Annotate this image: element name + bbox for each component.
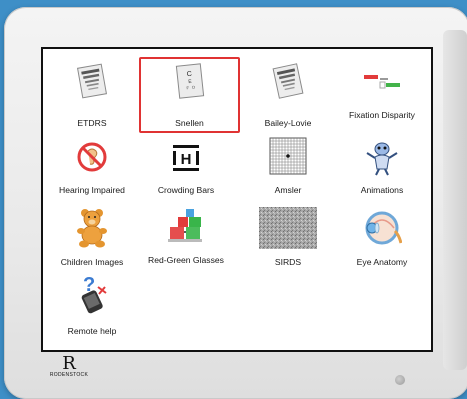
crowding-bars-icon: H	[173, 145, 199, 171]
tile-label: Amsler	[274, 185, 302, 195]
tile-label: Remote help	[67, 326, 117, 336]
tile-sirds[interactable]: SIRDS	[241, 207, 335, 283]
tile-label: Eye Anatomy	[356, 257, 408, 267]
brand-name: RODENSTOCK	[49, 372, 89, 378]
tile-label: Snellen	[175, 118, 204, 128]
tile-crowding-bars[interactable]: H Crowding Bars	[139, 137, 233, 213]
tile-animations[interactable]: Animations	[335, 137, 429, 213]
app-screen: ETDRS C E F D Snellen Bailey-Lovie Fixat…	[41, 47, 433, 352]
bailey-lovie-chart-icon	[272, 63, 304, 99]
tile-amsler[interactable]: Amsler	[241, 137, 335, 213]
tile-bailey-lovie[interactable]: Bailey-Lovie	[241, 57, 335, 133]
remote-help-icon: ?	[81, 274, 107, 314]
etdrs-chart-icon	[76, 63, 108, 99]
tile-etdrs[interactable]: ETDRS	[45, 57, 139, 133]
tile-label: Bailey-Lovie	[264, 118, 312, 128]
tile-label: Animations	[360, 185, 404, 195]
tile-label: Red-Green Glasses	[148, 255, 224, 265]
tile-fixation-disparity[interactable]: Fixation Disparity	[335, 57, 429, 133]
device-edge	[443, 30, 467, 370]
tile-red-green-glasses[interactable]: Red-Green Glasses	[139, 207, 233, 283]
snellen-chart-icon: C E F D	[175, 63, 204, 99]
snellen-letter: C	[186, 71, 192, 78]
eye-anatomy-icon	[365, 211, 402, 245]
amsler-grid-icon	[269, 137, 307, 175]
sirds-noise-icon	[259, 207, 317, 249]
tile-snellen[interactable]: C E F D Snellen	[139, 57, 240, 133]
power-button[interactable]	[395, 375, 405, 385]
teddy-bear-icon	[77, 209, 107, 248]
tile-label: SIRDS	[274, 257, 302, 267]
tile-remote-help[interactable]: ? Remote help	[45, 273, 139, 349]
animations-icon	[366, 142, 398, 176]
tile-hearing-impaired[interactable]: Hearing Impaired	[45, 137, 139, 213]
hearing-impaired-icon	[77, 142, 107, 172]
tile-eye-anatomy[interactable]: Eye Anatomy	[335, 207, 429, 283]
tile-label: Children Images	[60, 257, 124, 267]
tile-label: Crowding Bars	[157, 185, 215, 195]
crowding-letter: H	[181, 151, 192, 168]
tile-label: ETDRS	[77, 118, 107, 128]
fixation-disparity-icon	[364, 75, 400, 89]
brand-logo: R RODENSTOCK	[44, 353, 94, 379]
rodenstock-logo-icon: R	[62, 353, 76, 374]
tile-children-images[interactable]: Children Images	[45, 207, 139, 283]
tile-label: Hearing Impaired	[59, 185, 125, 195]
tile-label: Fixation Disparity	[349, 110, 415, 120]
red-green-glasses-icon	[168, 209, 202, 242]
